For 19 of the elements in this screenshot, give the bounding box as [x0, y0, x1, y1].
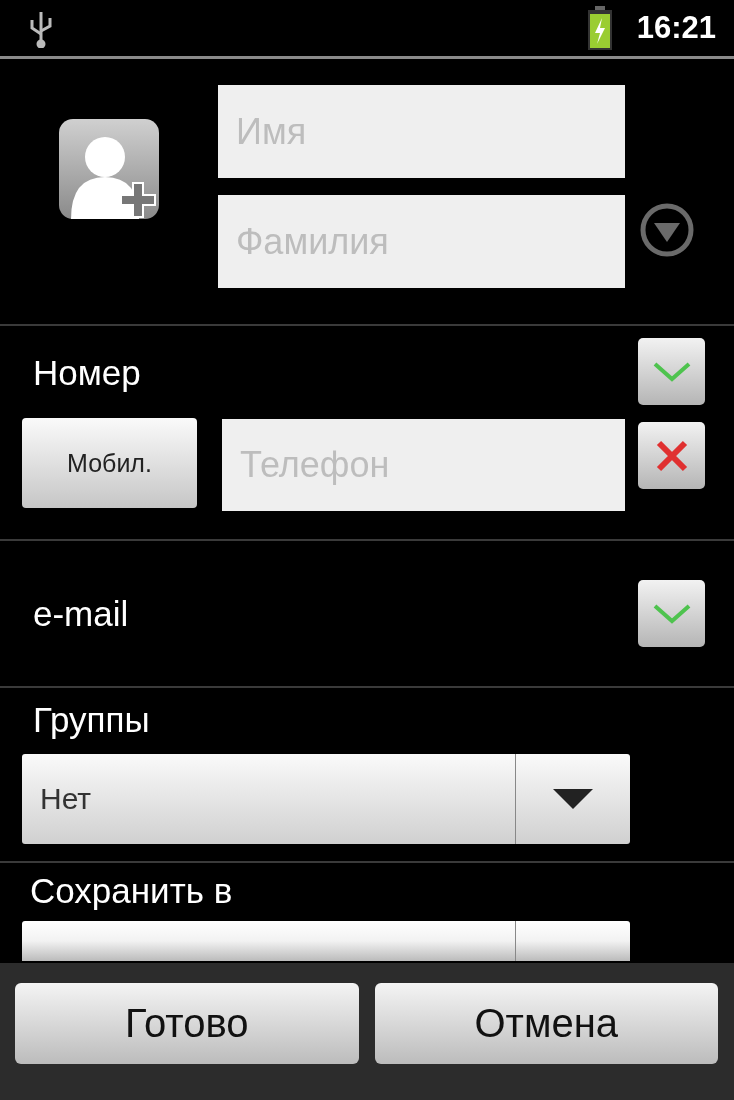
- add-button[interactable]: [638, 338, 705, 405]
- action-button[interactable]: Готово: [15, 983, 359, 1064]
- battery-icon: [586, 6, 613, 50]
- dropdown-arrow-icon: [553, 789, 593, 809]
- phone-type-button[interactable]: Мобил.: [22, 418, 197, 508]
- expand-icon[interactable]: [639, 202, 695, 258]
- clock-time: 16:21: [636, 10, 716, 46]
- close-icon: [654, 438, 689, 473]
- section-label: Сохранить в: [29, 871, 233, 910]
- chevron-down-icon: [651, 360, 692, 383]
- action-button[interactable]: Отмена: [374, 983, 718, 1064]
- section-label: Номер: [32, 351, 142, 393]
- contact-photo-icon[interactable]: [59, 119, 159, 219]
- groups-dropdown[interactable]: Нет: [22, 754, 630, 844]
- add-button[interactable]: [638, 580, 705, 647]
- remove-button[interactable]: [638, 422, 705, 489]
- section-label: e-mail: [33, 593, 129, 634]
- section-label: Группы: [32, 700, 150, 739]
- chevron-down-icon: [651, 602, 692, 625]
